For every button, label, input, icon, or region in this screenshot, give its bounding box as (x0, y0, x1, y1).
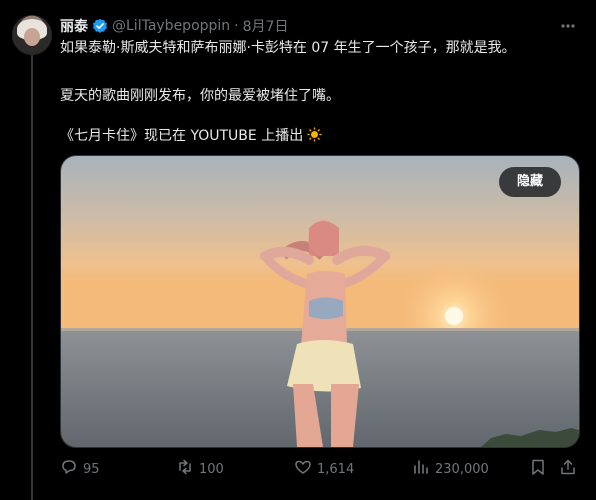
share-icon (559, 458, 577, 480)
thread-line (31, 55, 33, 500)
retweet-count: 100 (199, 461, 224, 477)
views-action[interactable]: 230,000 (412, 457, 489, 481)
reply-icon (60, 458, 78, 480)
tweet-date[interactable]: 8月7日 (243, 16, 289, 36)
avatar[interactable] (12, 15, 52, 55)
retweet-action[interactable]: 100 (176, 457, 224, 481)
retweet-icon (176, 458, 194, 480)
tweet-text-line-3: 《七月卡住》现已在 YOUTUBE 上播出 (60, 125, 322, 145)
views-count: 230,000 (435, 461, 489, 477)
reply-count: 95 (83, 461, 100, 477)
reply-action[interactable]: 95 (60, 457, 100, 481)
tweet-text-line-2: 夏天的歌曲刚刚发布，你的最爱被堵住了嘴。 (60, 88, 340, 104)
bookmark-button[interactable] (529, 457, 547, 481)
tweet-text-line-1: 如果泰勒·斯威夫特和萨布丽娜·卡彭特在 07 年生了一个孩子，那就是我。 (60, 40, 516, 56)
author-name[interactable]: 丽泰 (60, 16, 88, 36)
header-separator: · (234, 18, 239, 34)
tweet-header: 丽泰 @LilTaybepoppin · 8月7日 (60, 16, 288, 36)
author-handle[interactable]: @LilTaybepoppin (112, 18, 230, 34)
avatar-face (24, 28, 40, 46)
verified-badge-icon (92, 18, 108, 34)
hide-media-button[interactable]: 隐藏 (499, 167, 561, 197)
tweet-actions: 95 100 1,614 230,000 (60, 457, 580, 481)
like-action[interactable]: 1,614 (294, 457, 354, 481)
sun-emoji-icon (307, 127, 322, 142)
bookmark-icon (529, 458, 547, 480)
heart-icon (294, 458, 312, 480)
media-image[interactable] (60, 155, 580, 448)
tweet-text-line-3-label: 《七月卡住》现已在 YOUTUBE 上播出 (60, 128, 304, 144)
views-chart-icon (412, 458, 430, 480)
share-button[interactable] (559, 457, 577, 481)
more-options-icon[interactable] (556, 16, 580, 36)
like-count: 1,614 (317, 461, 355, 477)
